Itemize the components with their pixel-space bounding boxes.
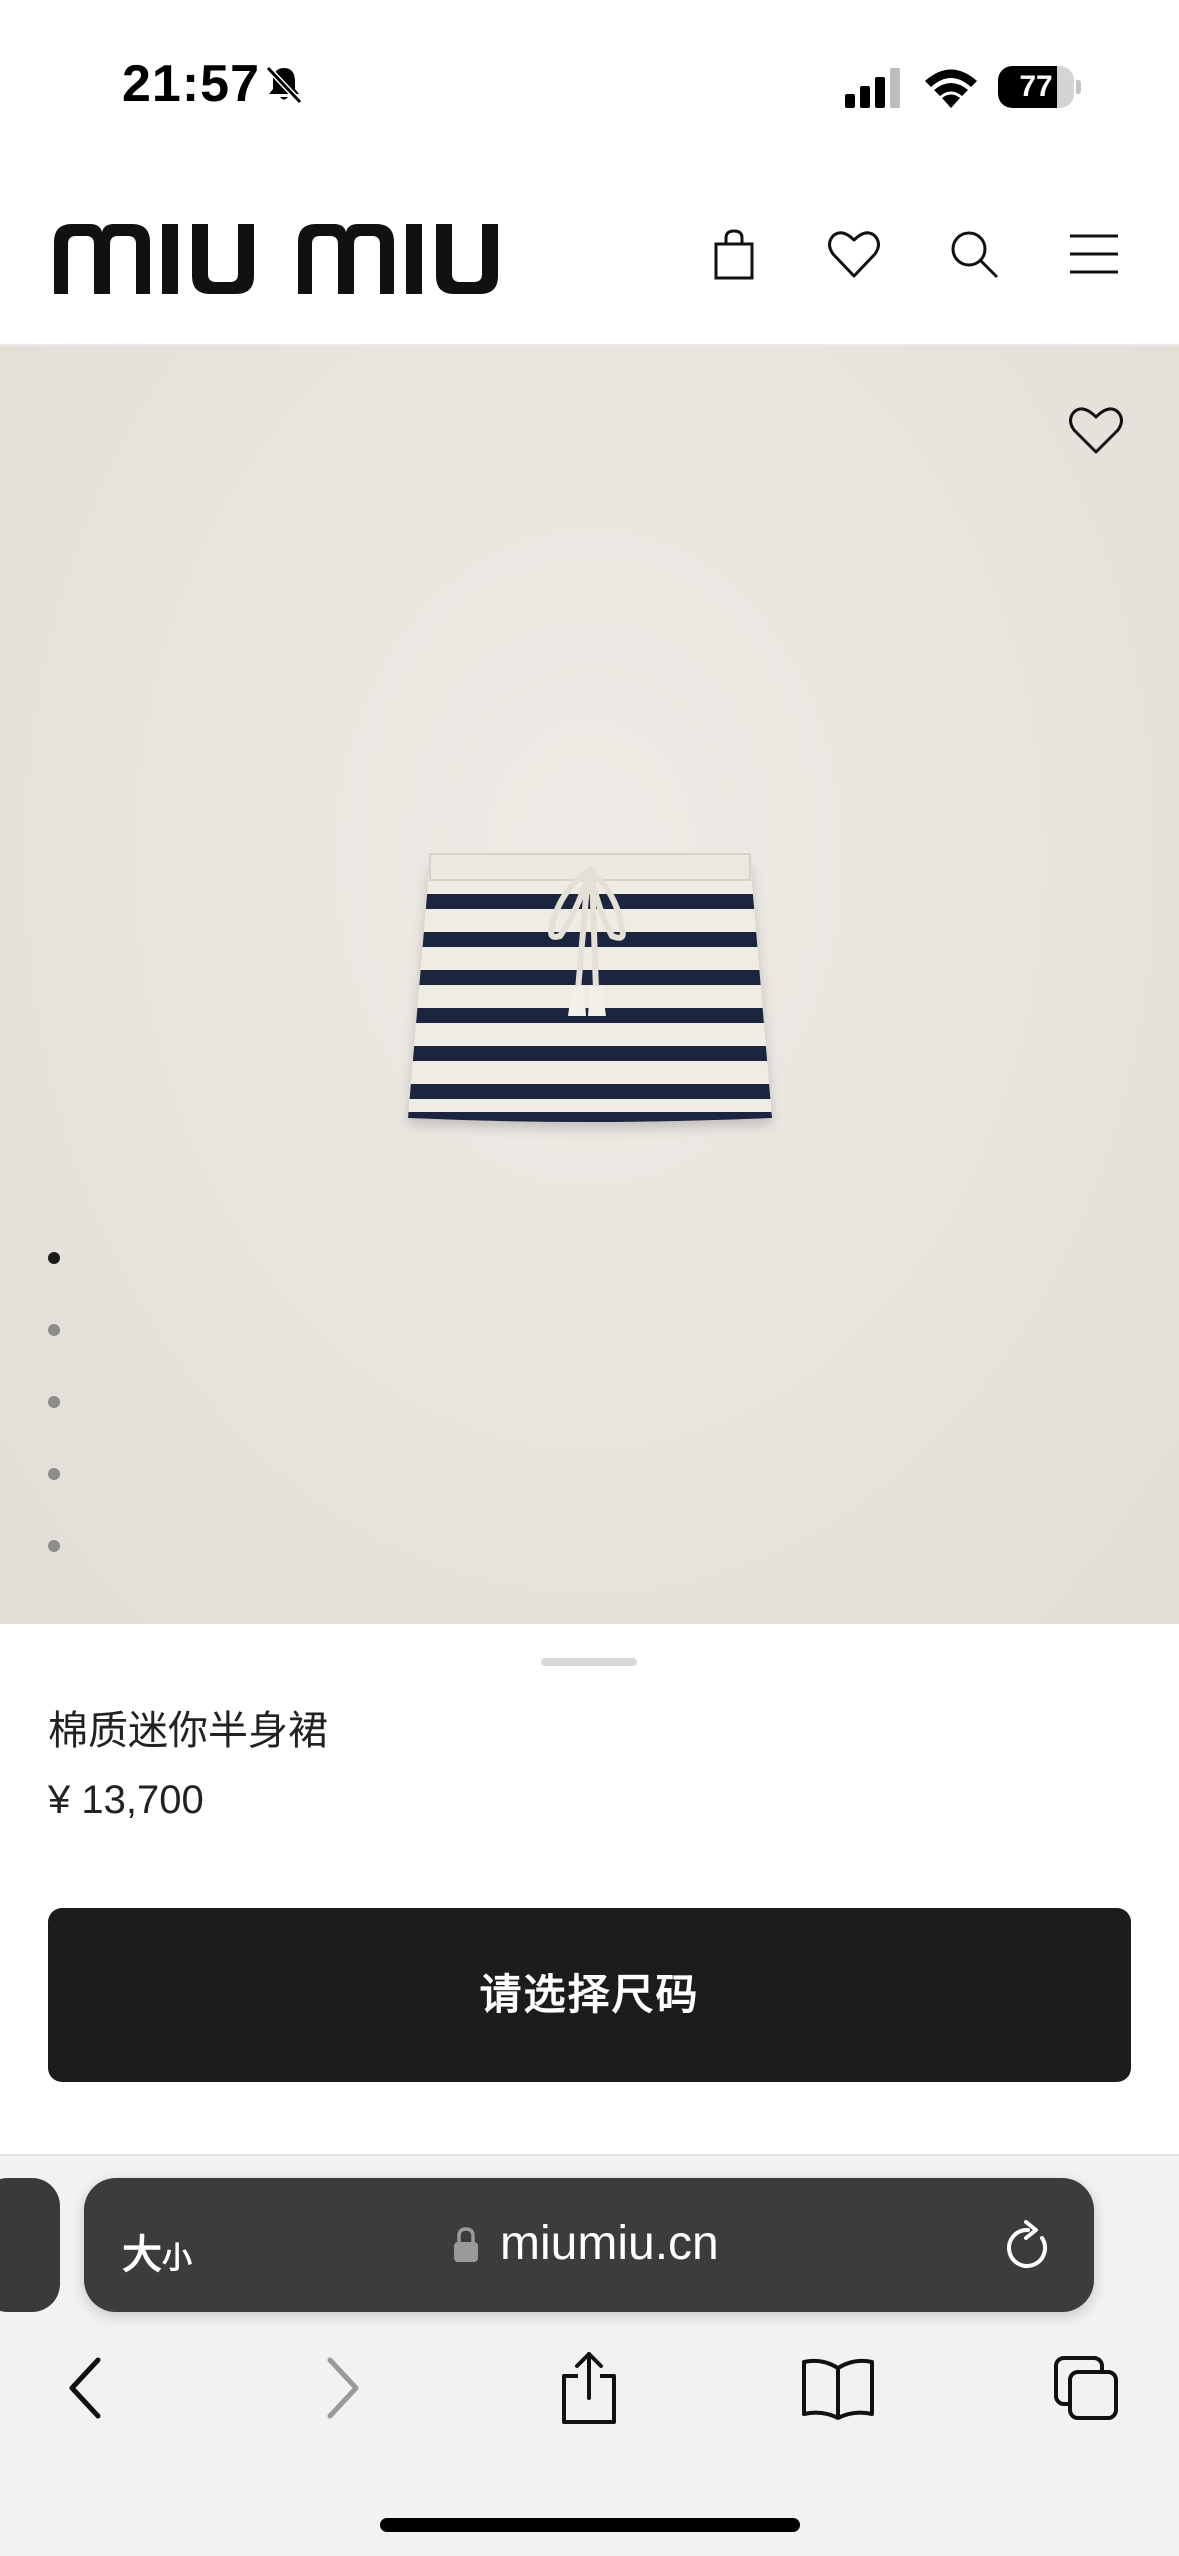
heart-icon[interactable] <box>1067 404 1125 456</box>
page-settings-button[interactable]: 大小 <box>122 2222 192 2280</box>
share-icon[interactable] <box>556 2352 622 2424</box>
url-text[interactable]: miumiu.cn <box>500 2216 719 2271</box>
product-price: ¥ 13,700 <box>48 1778 204 1822</box>
shopping-bag-icon[interactable] <box>706 226 762 282</box>
forward-icon[interactable] <box>322 2352 362 2424</box>
battery-level: 77 <box>1019 70 1053 103</box>
battery-icon: 77 <box>998 66 1081 108</box>
reload-icon[interactable] <box>1002 2218 1054 2274</box>
gallery-dot-2[interactable] <box>48 1324 60 1336</box>
gallery-dot-3[interactable] <box>48 1396 60 1408</box>
aa-small-label: 小 <box>162 2241 192 2276</box>
aa-large-label: 大 <box>122 2232 162 2278</box>
select-size-button[interactable]: 请选择尺码 <box>48 1908 1131 2082</box>
status-time: 21:57 <box>122 55 260 113</box>
bell-slash-icon <box>265 65 303 105</box>
tabs-icon[interactable] <box>1052 2352 1122 2424</box>
product-name: 棉质迷你半身裙 <box>48 1708 328 1754</box>
status-bar: 21:57 77 <box>0 0 1179 170</box>
product-photo-skirt <box>408 853 772 1122</box>
heart-icon[interactable] <box>826 226 882 282</box>
gallery-dot-1[interactable] <box>48 1252 60 1264</box>
previous-tab-preview[interactable] <box>0 2178 60 2312</box>
sheet-drag-handle[interactable] <box>541 1658 637 1666</box>
search-icon[interactable] <box>946 226 1002 282</box>
gallery-dot-5[interactable] <box>48 1540 60 1552</box>
miu-miu-logo[interactable] <box>54 222 499 296</box>
cellular-signal-icon <box>845 68 900 108</box>
home-indicator <box>380 2518 800 2532</box>
wifi-icon <box>925 69 977 108</box>
gallery-dot-4[interactable] <box>48 1468 60 1480</box>
bookmarks-icon[interactable] <box>800 2352 876 2424</box>
back-icon[interactable] <box>66 2352 106 2424</box>
menu-icon[interactable] <box>1066 226 1122 282</box>
lock-icon <box>454 2227 478 2262</box>
